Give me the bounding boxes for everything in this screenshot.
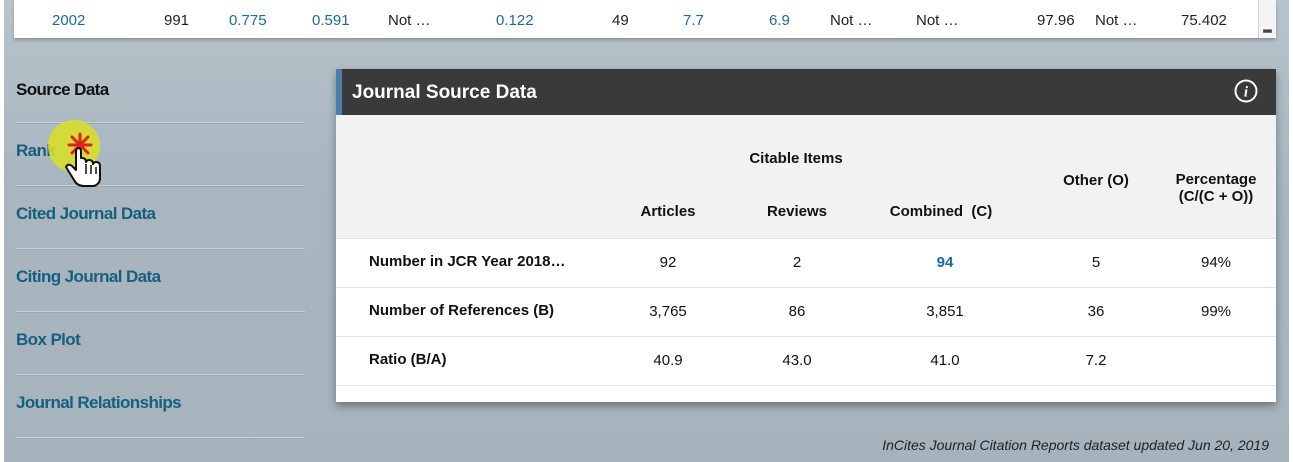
sidebar-nav: Source Data Rank Cited Journal Data Citi… (16, 60, 306, 438)
table-row: Number in JCR Year 2018… 92 2 94 5 94% (336, 238, 1276, 287)
table-cell[interactable]: 0.591 (312, 12, 350, 29)
citable-items-header: Citable Items (749, 150, 843, 167)
table-cell[interactable]: 2002 (52, 12, 85, 29)
articles-cell: 3,765 (649, 303, 687, 320)
sidebar-item-citing-journal-data[interactable]: Citing Journal Data (16, 249, 306, 312)
dataset-updated-note: InCites Journal Citation Reports dataset… (882, 437, 1269, 453)
table-cell[interactable]: 0.122 (496, 12, 534, 29)
articles-cell: 92 (659, 254, 677, 271)
articles-header: Articles (640, 203, 696, 220)
sidebar-item-label: Source Data (16, 80, 109, 99)
other-cell: 5 (1091, 254, 1101, 271)
panel-header: Journal Source Data i (336, 69, 1276, 115)
divider (16, 437, 305, 438)
header-accent (336, 69, 342, 115)
panel-title: Journal Source Data (352, 82, 537, 103)
other-cell: 36 (1087, 303, 1105, 320)
table-cell: 991 (164, 12, 190, 29)
table-cell: Not … (1095, 12, 1138, 29)
svg-text:i: i (1244, 85, 1249, 101)
table-cell[interactable]: 7.7 (683, 12, 704, 29)
table-cell: Not … (388, 12, 431, 29)
combined-cell: 3,851 (926, 303, 964, 320)
sidebar-item-label[interactable]: Cited Journal Data (16, 204, 156, 224)
table-cell[interactable]: 0.775 (229, 12, 267, 29)
table-cell: Not … (916, 12, 959, 29)
data-table-row: 2002 991 0.775 0.591 Not … 0.122 49 7.7 … (14, 0, 1276, 38)
table-cell: Not … (830, 12, 873, 29)
scroll-down-icon[interactable]: ▂ (1258, 0, 1276, 38)
reviews-header: Reviews (766, 203, 828, 220)
percentage-header: Percentage (C/(C + O)) (1151, 171, 1281, 205)
reviews-cell: 86 (788, 303, 806, 320)
row-label: Number in JCR Year 2018… (369, 253, 566, 270)
combined-cell: 41.0 (930, 352, 960, 369)
table-row: Ratio (B/A) 40.9 43.0 41.0 7.2 (336, 336, 1276, 386)
journal-source-data-panel: Journal Source Data i Citable Items Arti… (336, 69, 1276, 402)
percentage-header-line1: Percentage (1175, 171, 1257, 188)
sidebar-item-label[interactable]: Box Plot (16, 330, 81, 350)
sidebar-item-box-plot[interactable]: Box Plot (16, 312, 306, 375)
other-header: Other (O) (1063, 172, 1129, 189)
table-cell[interactable]: 6.9 (769, 12, 790, 29)
combined-header: Combined (C) (889, 203, 993, 220)
combined-link[interactable]: 94 (895, 254, 995, 271)
info-icon[interactable]: i (1234, 79, 1258, 103)
sidebar-item-label[interactable]: Citing Journal Data (16, 267, 161, 287)
page-frame: 2002 991 0.775 0.591 Not … 0.122 49 7.7 … (4, 0, 1289, 462)
table-cell: 49 (612, 12, 629, 29)
percentage-cell: 99% (1200, 303, 1232, 320)
sidebar-item-journal-relationships[interactable]: Journal Relationships (16, 375, 306, 438)
sidebar-item-source-data: Source Data (16, 60, 306, 123)
reviews-cell: 2 (792, 254, 802, 271)
row-label: Number of References (B) (369, 302, 555, 319)
table-cell: 75.402 (1181, 12, 1227, 29)
articles-cell: 40.9 (653, 352, 683, 369)
other-cell: 7.2 (1085, 352, 1107, 369)
percentage-cell: 94% (1200, 254, 1232, 271)
hand-pointer-icon (44, 118, 114, 198)
percentage-header-line2: (C/(C + O)) (1178, 188, 1254, 205)
row-label: Ratio (B/A) (369, 351, 447, 368)
reviews-cell: 43.0 (782, 352, 812, 369)
sidebar-item-label[interactable]: Journal Relationships (16, 393, 182, 413)
table-row: Number of References (B) 3,765 86 3,851 … (336, 287, 1276, 336)
table-cell: 97.96 (1037, 12, 1075, 29)
